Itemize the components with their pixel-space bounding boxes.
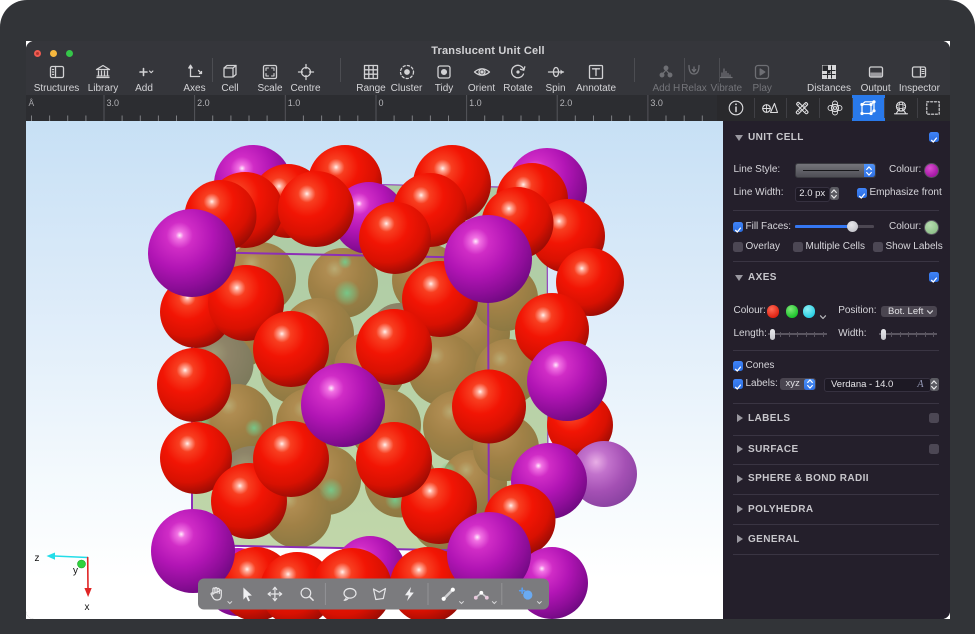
svg-text:x: x (85, 602, 90, 613)
svg-text:3.0: 3.0 (650, 98, 663, 108)
svg-text:1.0: 1.0 (288, 98, 301, 108)
svg-text:2.0: 2.0 (560, 98, 573, 108)
svg-text:z: z (35, 553, 40, 564)
svg-text:2.0: 2.0 (197, 98, 210, 108)
svg-text:0: 0 (379, 98, 384, 108)
svg-text:y: y (73, 566, 78, 577)
svg-text:Å: Å (29, 98, 35, 108)
svg-text:3.0: 3.0 (107, 98, 120, 108)
svg-text:1.0: 1.0 (469, 98, 482, 108)
